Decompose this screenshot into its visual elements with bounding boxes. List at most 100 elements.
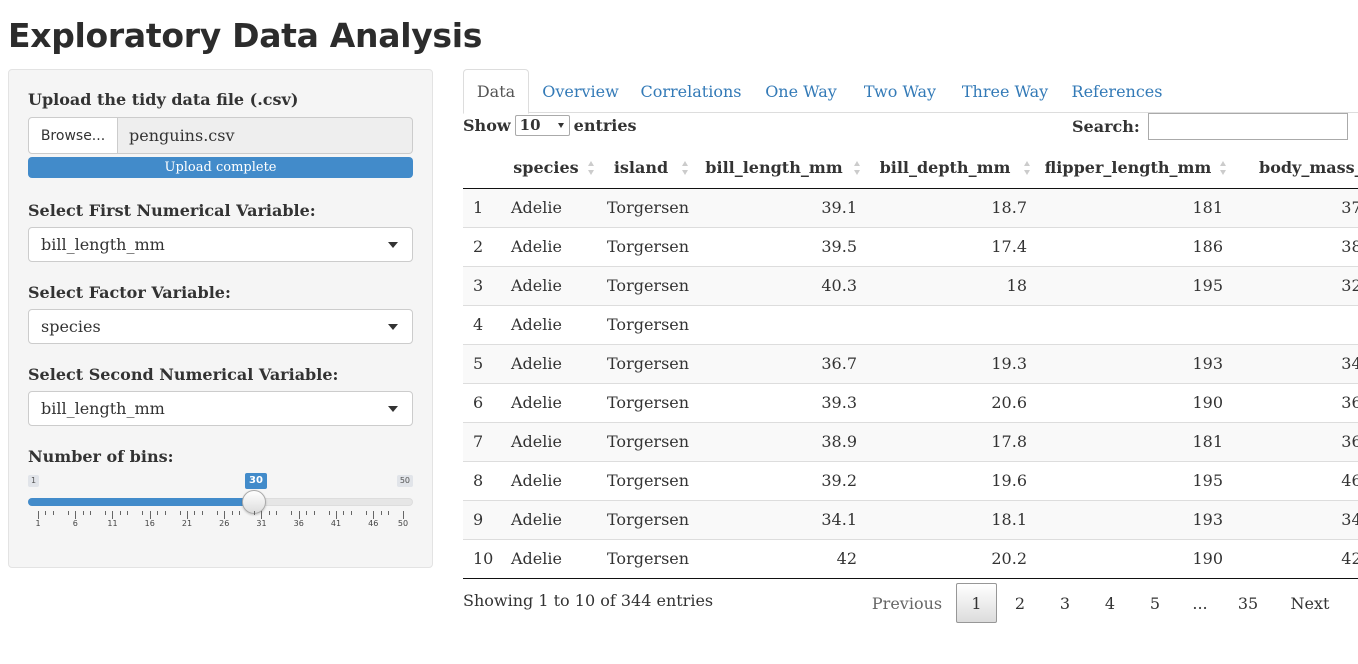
chevron-down-icon [557, 122, 564, 128]
next-page-button[interactable]: Next [1284, 583, 1336, 623]
column-header-flipper-length[interactable]: flipper_length_mm [1035, 148, 1231, 189]
table-cell: 2 [463, 226, 503, 266]
table-row[interactable]: 8AdelieTorgersen39.219.61954675 [463, 460, 1358, 500]
data-table-container: species island bill_length_mm bill_depth… [463, 148, 1358, 580]
first-variable-value: bill_length_mm [41, 235, 165, 254]
table-cell: 4250 [1231, 538, 1358, 579]
slider-major-tick [75, 511, 77, 519]
slider-minor-tick [45, 511, 47, 515]
slider-minor-tick [142, 511, 144, 515]
browse-button[interactable]: Browse... [28, 117, 118, 154]
table-cell: 181 [1192, 198, 1223, 217]
upload-progress-bar: Upload complete [28, 157, 413, 178]
table-row[interactable]: 9AdelieTorgersen34.118.11933475 [463, 499, 1358, 539]
table-cell: Adelie [503, 226, 599, 266]
slider-tick-label: 11 [107, 519, 118, 528]
pagination: Previous 1 2 3 4 5 ... 35 Next [0, 583, 1358, 623]
column-header-species[interactable]: species [503, 148, 599, 189]
table-cell: 18.7 [991, 198, 1027, 217]
slider-minor-tick [328, 511, 330, 515]
tab-two-way[interactable]: Two Way [853, 69, 947, 113]
table-cell: 36.7 [693, 343, 865, 383]
table-row[interactable]: 10AdelieTorgersen4220.21904250 [463, 538, 1358, 579]
slider-major-tick [186, 511, 188, 519]
table-search: Search: [1072, 113, 1348, 140]
slider-minor-tick [127, 511, 129, 515]
table-cell: Adelie [503, 499, 599, 539]
sort-icon [588, 161, 595, 175]
table-cell: 4675 [1231, 460, 1358, 500]
table-row[interactable]: 4 Adelie Torgersen [463, 304, 1358, 344]
tab-correlations[interactable]: Correlations [633, 69, 749, 113]
tab-references[interactable]: References [1063, 69, 1171, 113]
table-cell: 4 [463, 304, 503, 344]
column-header-bill-length[interactable]: bill_length_mm [693, 148, 865, 189]
table-cell: Adelie [503, 265, 599, 305]
search-input[interactable] [1147, 113, 1348, 140]
table-cell: 181 [1035, 421, 1231, 461]
page-button-1[interactable]: 1 [956, 583, 997, 623]
table-cell: 20.2 [865, 538, 1035, 579]
slider-fill [28, 498, 255, 506]
table-cell: 18 [865, 265, 1035, 305]
slider-minor-tick [239, 511, 241, 515]
table-cell: 18.1 [865, 499, 1035, 539]
table-row[interactable]: 2AdelieTorgersen39.517.41863800 [463, 226, 1358, 266]
sort-icon [1220, 161, 1227, 175]
table-cell: Adelie [503, 538, 599, 579]
page-length-control: Show 10 entries [463, 113, 637, 137]
page-button-3[interactable]: 3 [1045, 583, 1085, 623]
table-cell: Torgersen [599, 460, 693, 500]
chevron-down-icon [388, 324, 398, 330]
slider-minor-tick [313, 511, 315, 515]
slider-minor-tick [52, 511, 54, 515]
slider-minor-tick [254, 511, 256, 515]
slider-minor-tick [179, 511, 181, 515]
table-row[interactable]: 5AdelieTorgersen36.719.31933450 [463, 343, 1358, 383]
column-header-label: bill_depth_mm [879, 158, 1011, 178]
second-variable-value: bill_length_mm [41, 399, 165, 418]
bins-slider[interactable]: 1 50 30 1 6 11 16 21 26 31 36 41 46 50 [28, 469, 413, 529]
second-variable-label: Select Second Numerical Variable: [28, 365, 339, 384]
table-cell: Adelie [503, 343, 599, 383]
slider-tick-label: 6 [72, 519, 78, 528]
table-row[interactable]: 1 Adelie Torgersen 39.1 18.7 181 3750 [463, 188, 1358, 227]
table-row[interactable]: 3AdelieTorgersen40.3181953250 [463, 265, 1358, 305]
table-cell [865, 304, 1035, 344]
page-button-4[interactable]: 4 [1090, 583, 1130, 623]
slider-minor-tick [216, 511, 218, 515]
column-header-label: body_mass_g [1259, 158, 1358, 178]
page-length-select[interactable]: 10 [514, 114, 570, 136]
slider-minor-tick [291, 511, 293, 515]
table-cell [693, 304, 865, 344]
slider-value-label: 30 [245, 473, 267, 489]
tab-three-way[interactable]: Three Way [951, 69, 1059, 113]
table-cell: Torgersen [599, 382, 693, 422]
column-header-bill-depth[interactable]: bill_depth_mm [865, 148, 1035, 189]
table-cell: Adelie [503, 304, 599, 344]
table-row[interactable]: 6AdelieTorgersen39.320.61903650 [463, 382, 1358, 422]
previous-page-button[interactable]: Previous [866, 583, 948, 623]
slider-minor-tick [67, 511, 69, 515]
table-cell: 3625 [1231, 421, 1358, 461]
page-button-2[interactable]: 2 [1000, 583, 1040, 623]
table-cell: Torgersen [599, 499, 693, 539]
slider-minor-tick [350, 511, 352, 515]
tab-one-way[interactable]: One Way [753, 69, 849, 113]
data-table: species island bill_length_mm bill_depth… [463, 148, 1358, 579]
page-button-5[interactable]: 5 [1135, 583, 1175, 623]
table-cell: 39.2 [693, 460, 865, 500]
second-variable-select[interactable]: bill_length_mm [28, 391, 413, 426]
slider-minor-tick [164, 511, 166, 515]
column-header-body-mass[interactable]: body_mass_g [1231, 148, 1358, 189]
column-header-island[interactable]: island [599, 148, 693, 189]
tab-overview[interactable]: Overview [533, 69, 628, 113]
table-row[interactable]: 7AdelieTorgersen38.917.81813625 [463, 421, 1358, 461]
first-variable-select[interactable]: bill_length_mm [28, 227, 413, 262]
factor-variable-select[interactable]: species [28, 309, 413, 344]
table-cell: 3 [463, 265, 503, 305]
tab-data[interactable]: Data [463, 69, 529, 114]
table-cell: Adelie [511, 198, 562, 217]
page-button-35[interactable]: 35 [1226, 583, 1270, 623]
slider-major-tick [224, 511, 226, 519]
